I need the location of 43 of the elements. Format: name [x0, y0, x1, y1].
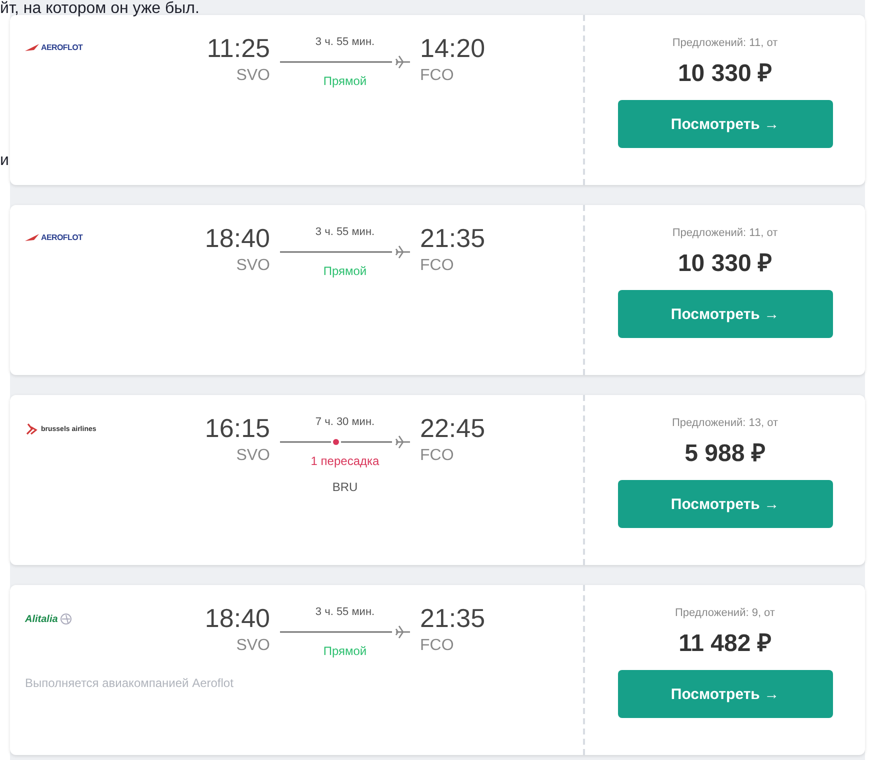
- airport-code: FCO: [420, 447, 455, 465]
- offers-count: Предложений: 11, от: [672, 227, 778, 239]
- departure-time: 18:40: [204, 223, 270, 253]
- departure-time: 18:40: [204, 603, 270, 633]
- airport-code: FCO: [420, 67, 455, 85]
- price: 10 330 ₽: [678, 249, 772, 278]
- airline-logo: AEROFLOT: [25, 233, 145, 242]
- view-button[interactable]: Посмотреть →: [618, 290, 832, 338]
- view-button[interactable]: Посмотреть →: [618, 670, 832, 718]
- view-button[interactable]: Посмотреть →: [618, 480, 832, 528]
- flight-duration: 7 ч. 30 мин.: [315, 416, 375, 428]
- flight-duration: 3 ч. 55 мин.: [315, 226, 375, 238]
- arrival-time: 14:20: [420, 33, 486, 63]
- arrival-time: 21:35: [420, 223, 486, 253]
- airline-logo: AEROFLOT: [25, 43, 145, 52]
- stops-label: Прямой: [323, 74, 367, 88]
- operator-note: Выполняется авиакомпанией Aeroflot: [25, 676, 234, 690]
- article-text: и: [0, 152, 9, 170]
- price: 10 330 ₽: [678, 59, 772, 88]
- arrival-time: 22:45: [420, 413, 486, 443]
- price: 5 988 ₽: [684, 439, 766, 468]
- price: 11 482 ₽: [678, 629, 772, 658]
- arrival-time: 21:35: [420, 603, 486, 633]
- offers-count: Предложений: 11, от: [672, 37, 778, 49]
- airport-code: SVO: [235, 67, 270, 85]
- flight-duration: 3 ч. 55 мин.: [315, 606, 375, 618]
- airport-code: FCO: [420, 637, 455, 655]
- departure-time: 11:25: [206, 33, 270, 63]
- departure-time: 16:15: [204, 413, 270, 443]
- flight-duration: 3 ч. 55 мин.: [315, 36, 375, 48]
- airport-code: SVO: [235, 447, 270, 465]
- offers-count: Предложений: 13, от: [672, 417, 778, 429]
- airport-code: SVO: [235, 257, 270, 275]
- stops-label: Прямой: [323, 644, 367, 658]
- stops-label: Прямой: [323, 264, 367, 278]
- offers-count: Предложений: 9, от: [675, 607, 775, 619]
- airport-code: SVO: [235, 637, 270, 655]
- airline-logo: Alitalia: [25, 613, 145, 625]
- airport-code: BRU: [332, 480, 358, 494]
- stops-label: 1 пересадка: [310, 454, 380, 468]
- view-button[interactable]: Посмотреть →: [618, 100, 832, 148]
- airport-code: FCO: [420, 257, 455, 275]
- article-text: йт, на котором он уже был.: [0, 0, 200, 18]
